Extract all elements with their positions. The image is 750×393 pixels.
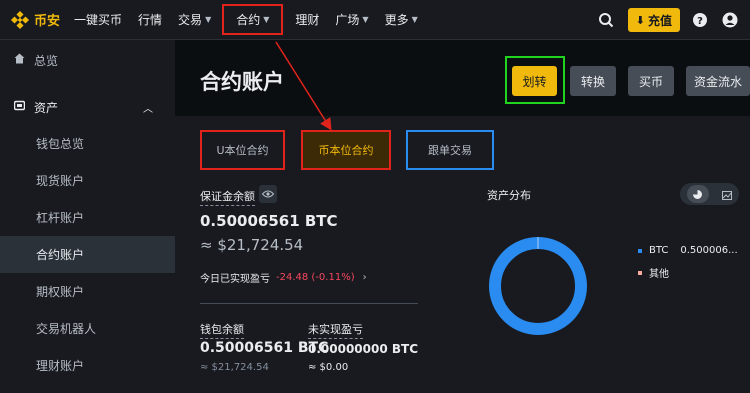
- eye-icon[interactable]: [259, 185, 277, 203]
- help-icon[interactable]: ?: [690, 10, 710, 30]
- nav-right: ⬇ 充值 ?: [586, 0, 740, 40]
- donut-slice-BTC: [489, 237, 587, 335]
- margin-balance-usd: ≈ $21,724.54: [200, 236, 304, 254]
- deposit-button[interactable]: ⬇ 充值: [627, 8, 680, 32]
- pnl-value: -24.48 (-0.11%): [276, 272, 355, 283]
- brand-logo[interactable]: 币安: [10, 10, 60, 30]
- chevron-down-icon: ▼: [205, 15, 212, 24]
- sidebar-group-assets[interactable]: 资产 ︿: [0, 89, 175, 125]
- area-chart-icon[interactable]: [722, 185, 733, 204]
- legend-swatch-btc: [638, 248, 642, 253]
- pie-chart-icon[interactable]: [686, 185, 709, 203]
- wallet-balance-usd: ≈ $21,724.54: [200, 362, 269, 373]
- brand-name: 币安: [34, 14, 61, 29]
- chevron-down-icon: ▼: [362, 15, 369, 24]
- nav-item-trade[interactable]: 交易 ▼: [178, 11, 211, 28]
- asset-distribution-chart: [489, 237, 587, 335]
- unrealized-pnl-value: 0.00000000 BTC: [308, 342, 419, 356]
- wallet-icon: [13, 100, 26, 114]
- chevron-down-icon: ▼: [411, 15, 418, 24]
- pnl-label: 今日已实现盈亏: [200, 274, 270, 285]
- sidebar-item-earn[interactable]: 理财账户: [0, 347, 175, 384]
- sidebar-item-options[interactable]: 期权账户: [0, 273, 175, 310]
- nav-item-markets[interactable]: 行情: [138, 11, 162, 28]
- tab-copy-trading[interactable]: 跟单交易: [406, 130, 494, 170]
- unrealized-pnl-label-wrap: 未实现盈亏: [308, 318, 363, 339]
- page-title: 合约账户: [200, 70, 284, 94]
- chevron-up-icon: ︿: [143, 103, 153, 115]
- unrealized-pnl-label[interactable]: 未实现盈亏: [308, 321, 363, 339]
- asset-distribution-title: 资产分布: [487, 189, 531, 202]
- chevron-down-icon: ▼: [263, 15, 270, 24]
- download-icon: ⬇: [635, 13, 645, 27]
- nav-item-quick-buy[interactable]: 一键买币: [74, 11, 122, 28]
- convert-button[interactable]: 转换: [570, 66, 616, 96]
- home-icon: [14, 53, 26, 67]
- tab-coinm-futures[interactable]: 币本位合约: [301, 130, 391, 170]
- nav-item-square[interactable]: 广场 ▼: [335, 11, 368, 28]
- nav-item-futures[interactable]: 合约 ▼: [222, 4, 284, 35]
- nav-item-earn[interactable]: 理财: [295, 11, 319, 28]
- margin-balance-label[interactable]: 保证金余额: [200, 188, 255, 206]
- legend-swatch-other: [638, 270, 642, 275]
- svg-text:?: ?: [697, 16, 703, 27]
- sidebar-item-overview[interactable]: 总览: [0, 40, 175, 80]
- legend-item-other: 其他: [638, 265, 669, 280]
- transfer-button[interactable]: 划转: [512, 66, 557, 96]
- pnl-row: 今日已实现盈亏 -24.48 (-0.11%) ›: [200, 270, 367, 285]
- margin-balance-label-wrap: 保证金余额: [200, 185, 255, 206]
- buy-crypto-button[interactable]: 买币: [628, 66, 674, 96]
- user-icon[interactable]: [720, 10, 740, 30]
- nav-item-more[interactable]: 更多 ▼: [385, 11, 418, 28]
- sidebar-item-wallet-overview[interactable]: 钱包总览: [0, 125, 175, 162]
- wallet-balance-label-wrap: 钱包余额: [200, 318, 244, 339]
- sidebar-item-trading-bots[interactable]: 交易机器人: [0, 310, 175, 347]
- margin-balance-value: 0.50006561 BTC: [200, 212, 338, 230]
- divider: [200, 303, 418, 304]
- transaction-history-button[interactable]: 资金流水: [686, 66, 750, 96]
- chevron-right-icon[interactable]: ›: [363, 272, 367, 283]
- main-content: 合约账户 划转 转换 买币 资金流水 U本位合约 币本位合约 跟单交易 保证金余…: [175, 40, 750, 393]
- sidebar-item-margin[interactable]: 杠杆账户: [0, 199, 175, 236]
- legend-item-btc: BTC 0.500006...: [638, 245, 738, 256]
- top-nav: 币安 一键买币 行情 交易 ▼ 合约 ▼ 理财 广场 ▼ 更多 ▼ ⬇ 充值 ?: [0, 0, 750, 40]
- search-icon[interactable]: [596, 10, 616, 30]
- sidebar-item-spot[interactable]: 现货账户: [0, 162, 175, 199]
- binance-logo-icon: [10, 10, 30, 30]
- unrealized-pnl-usd: ≈ $0.00: [308, 362, 349, 373]
- sidebar-item-futures[interactable]: 合约账户: [0, 236, 175, 273]
- sidebar: 总览 资产 ︿ 钱包总览 现货账户 杠杆账户 合约账户 期权账户 交易机器人 理…: [0, 40, 175, 393]
- chart-type-toggle[interactable]: [680, 183, 739, 205]
- tab-usdm-futures[interactable]: U本位合约: [200, 130, 285, 170]
- wallet-balance-label[interactable]: 钱包余额: [200, 321, 244, 339]
